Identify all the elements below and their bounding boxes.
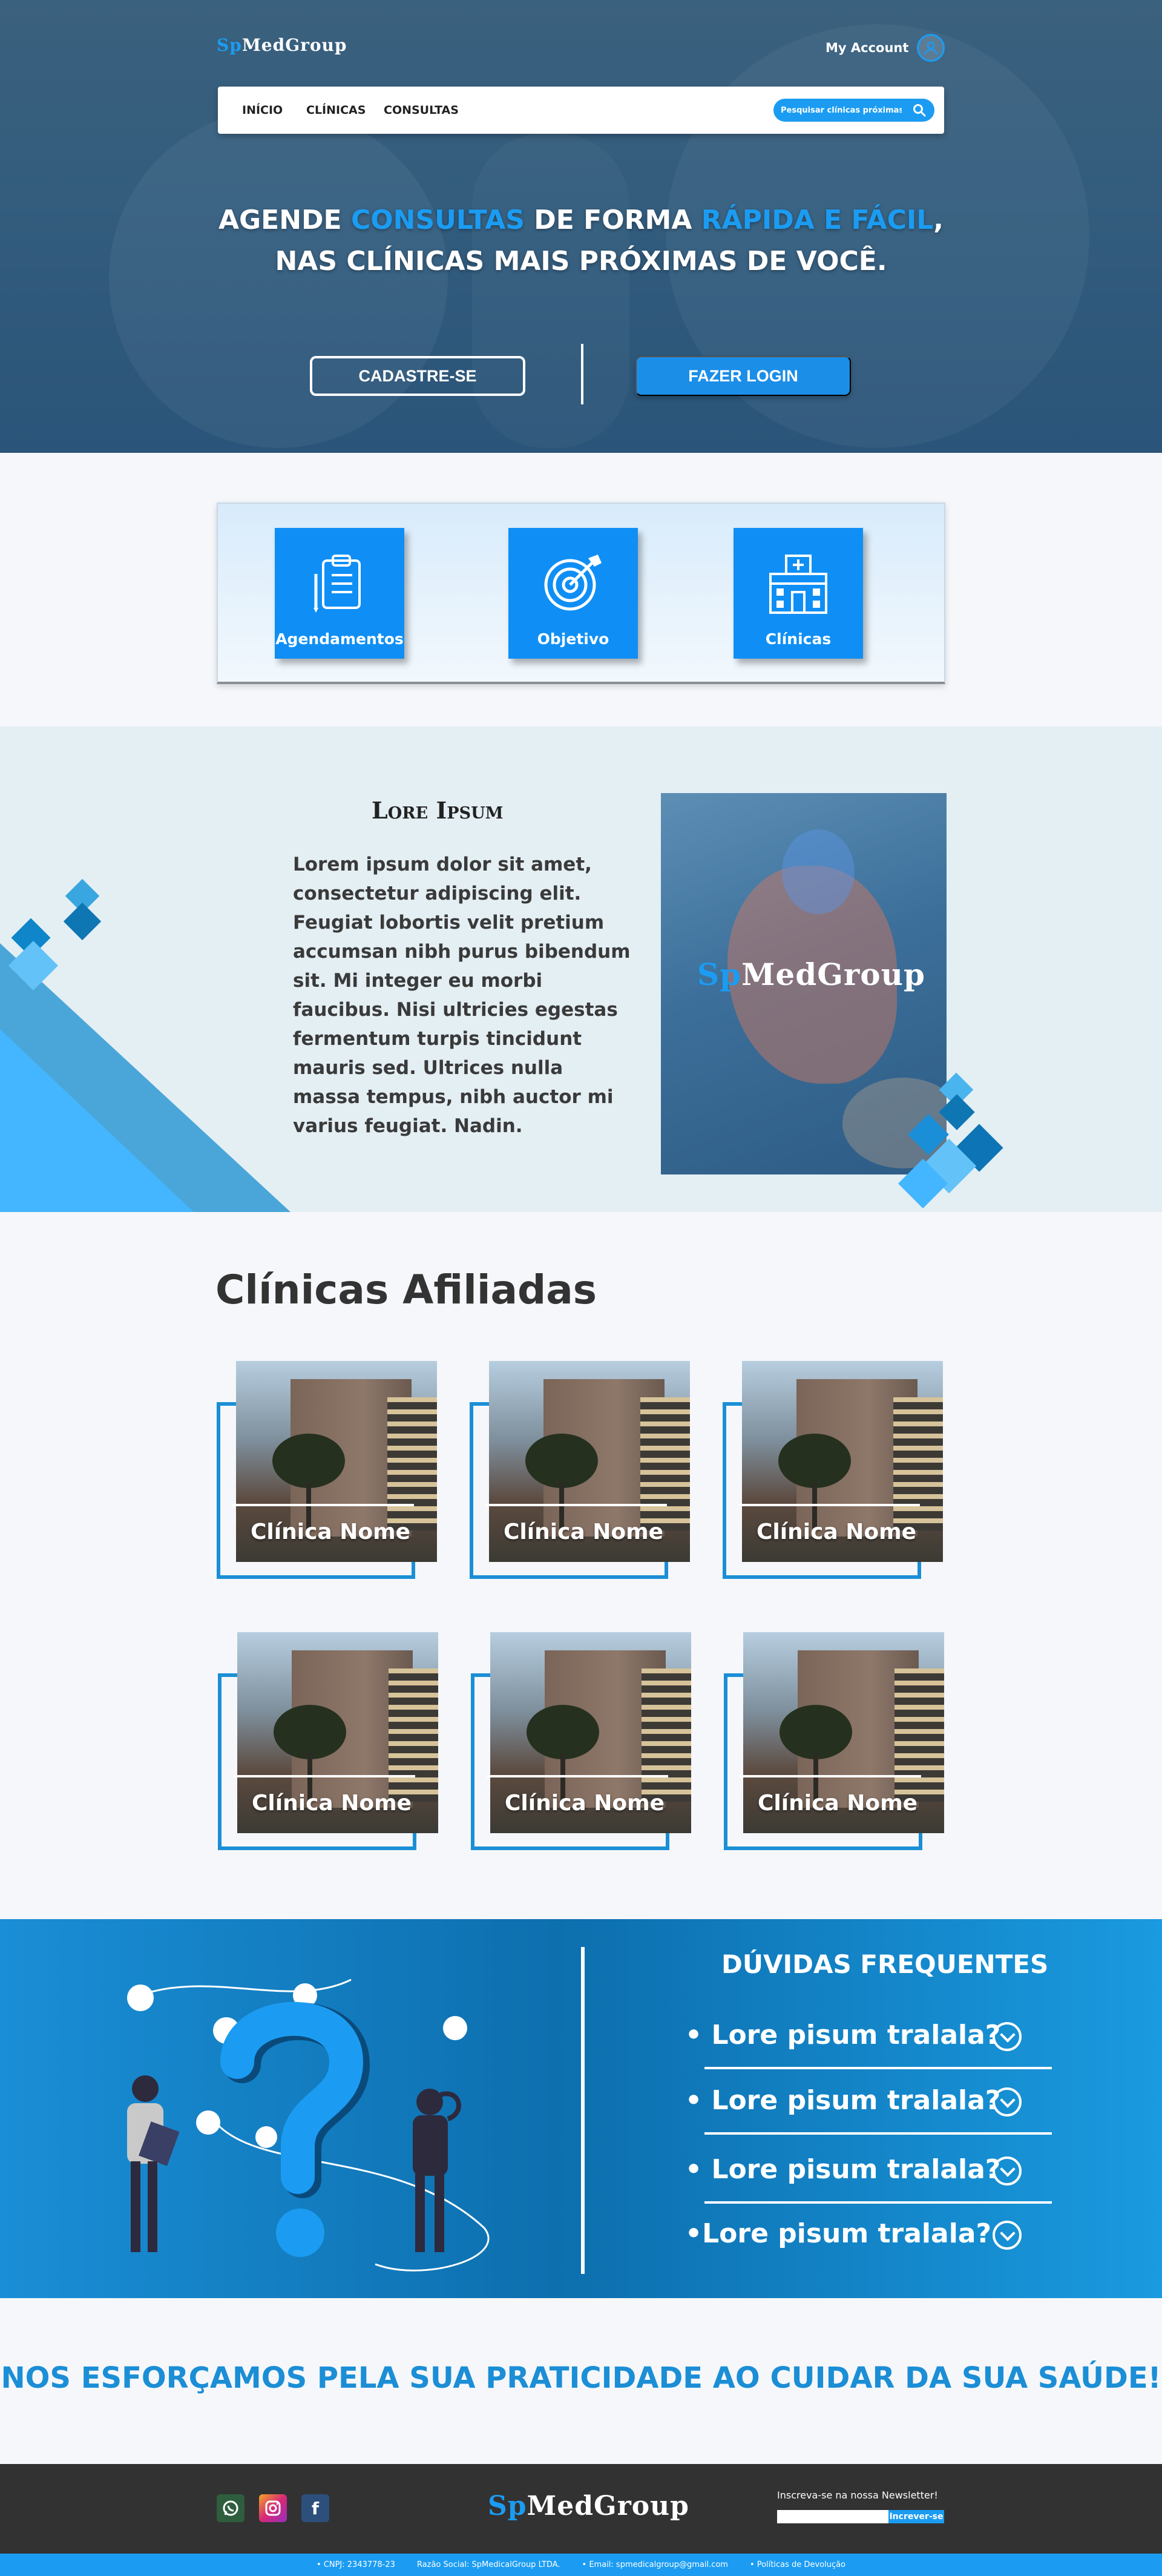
clipboard-icon: [313, 555, 361, 613]
clinic-card[interactable]: Clínica Nome: [218, 1632, 438, 1850]
nav-item-clinicas[interactable]: CLÍNICAS: [306, 104, 366, 117]
headline-text: ,: [933, 205, 944, 236]
chevron-down-icon[interactable]: [993, 2156, 1022, 2186]
return-policy-link[interactable]: • Políticas de Devolução: [750, 2560, 845, 2569]
clinic-card[interactable]: Clínica Nome: [470, 1361, 690, 1579]
hero-headline: AGENDE CONSULTAS DE FORMA RÁPIDA E FÁCIL…: [0, 200, 1162, 282]
heart-image: SpMedGroup: [661, 793, 947, 1174]
logo-sp: Sp: [488, 2491, 527, 2522]
logo-name: MedGroup: [527, 2491, 689, 2522]
feature-card-agendamentos[interactable]: Agendamentos: [275, 528, 404, 659]
headline-text: DE FORMA: [524, 205, 701, 236]
feature-label: Clínicas: [765, 630, 832, 648]
faq-title: DÚVIDAS FREQUENTES: [721, 1949, 1049, 1979]
feature-card-clinicas[interactable]: Clínicas: [734, 528, 863, 659]
about-text: Lorem ipsum dolor sit amet, consectetur …: [293, 854, 631, 1137]
footer-logo[interactable]: SpMedGroup: [488, 2491, 689, 2522]
bottom-info-bar: • CNPJ: 2343778-23 Razão Social: SpMedic…: [0, 2554, 1162, 2576]
facebook-icon[interactable]: f: [301, 2494, 329, 2522]
about-section: Lore Ipsum Lorem ipsum dolor sit amet, c…: [0, 726, 1162, 1212]
faq-illustration: [127, 1978, 490, 2271]
clinic-card[interactable]: Clínica Nome: [471, 1632, 691, 1850]
caption-line: [232, 1504, 414, 1506]
feature-card-objetivo[interactable]: Objetivo: [508, 528, 638, 659]
caption-line: [234, 1775, 415, 1777]
faq-question-text: •Lore pisum tralala?: [685, 2218, 991, 2249]
instagram-icon[interactable]: [259, 2494, 287, 2522]
faq-question[interactable]: •Lore pisum tralala?: [685, 2218, 1034, 2256]
login-button[interactable]: FAZER LOGIN: [635, 356, 851, 396]
headline-text: AGENDE: [218, 205, 351, 236]
logo-name: MedGroup: [741, 957, 925, 992]
faq-question[interactable]: • Lore pisum tralala?: [685, 2020, 1052, 2069]
headline-highlight: RÁPIDA E FÁCIL: [701, 205, 934, 236]
logo-sp: Sp: [697, 957, 742, 992]
clinic-name: Clínica Nome: [251, 1520, 411, 1544]
features-panel: Agendamentos Objetivo Clínicas: [217, 502, 945, 684]
headline-line-2: NAS CLÍNICAS MAIS PRÓXIMAS DE VOCÊ.: [275, 246, 887, 277]
headline-highlight: CONSULTAS: [350, 205, 525, 236]
decorative-diamond: [63, 902, 102, 941]
chevron-down-icon[interactable]: [993, 2087, 1022, 2116]
cnpj-text: • CNPJ: 2343778-23: [316, 2560, 395, 2569]
caption-line: [738, 1504, 920, 1506]
search-bar: [773, 99, 934, 122]
hero-divider: [581, 344, 583, 404]
my-account-label: My Account: [826, 41, 909, 55]
newsletter-label: Inscreva-se na nossa Newsletter!: [777, 2489, 938, 2501]
about-title: Lore Ipsum: [372, 797, 504, 824]
newsletter-email-input[interactable]: [777, 2510, 888, 2523]
clinic-name: Clínica Nome: [505, 1791, 665, 1816]
nav-item-inicio[interactable]: INÍCIO: [242, 104, 283, 117]
feature-label: Objetivo: [537, 630, 609, 648]
header-logo[interactable]: SpMedGroup: [217, 35, 347, 55]
email-link[interactable]: • Email: spmedicalgroup@gmail.com: [582, 2560, 728, 2569]
company-name-text: Razão Social: SpMedicalGroup LTDA.: [416, 2560, 560, 2569]
hero-section: SpMedGroup My Account INÍCIO CLÍNICAS CO…: [0, 0, 1162, 453]
faq-underline: [704, 2201, 1052, 2204]
nav-item-consultas[interactable]: CONSULTAS: [384, 104, 459, 117]
feature-label: Agendamentos: [275, 630, 404, 648]
search-input[interactable]: [781, 105, 902, 115]
whatsapp-icon[interactable]: [217, 2494, 245, 2522]
caption-line: [485, 1504, 667, 1506]
faq-question[interactable]: • Lore pisum tralala?: [685, 2154, 1052, 2204]
clinic-card[interactable]: Clínica Nome: [724, 1632, 944, 1850]
newsletter-subscribe-button[interactable]: Increver-se: [888, 2510, 944, 2523]
image-shape: [782, 829, 855, 914]
clinics-title: Clínicas Afiliadas: [215, 1267, 597, 1313]
search-icon[interactable]: [913, 104, 926, 119]
clinic-name: Clínica Nome: [758, 1791, 918, 1816]
faq-underline: [704, 2067, 1052, 2069]
target-icon: [544, 555, 602, 611]
chevron-down-icon[interactable]: [993, 2022, 1022, 2051]
hospital-icon: [769, 555, 827, 614]
decorative-triangle: [0, 1029, 194, 1212]
faq-question-text: • Lore pisum tralala?: [685, 2154, 1001, 2185]
faq-question[interactable]: • Lore pisum tralala?: [685, 2085, 1052, 2135]
clinic-name: Clínica Nome: [757, 1520, 917, 1544]
user-icon[interactable]: [917, 34, 945, 62]
footer: f SpMedGroup Inscreva-se na nossa Newsle…: [0, 2464, 1162, 2554]
clinic-name: Clínica Nome: [504, 1520, 664, 1544]
logo-sp: Sp: [217, 35, 242, 55]
clinic-card[interactable]: Clínica Nome: [723, 1361, 943, 1579]
logo-name: MedGroup: [241, 35, 347, 55]
faq-section: DÚVIDAS FREQUENTES • Lore pisum tralala?…: [0, 1919, 1162, 2298]
faq-underline: [704, 2132, 1052, 2135]
clinic-name: Clínica Nome: [252, 1791, 412, 1816]
main-navbar: INÍCIO CLÍNICAS CONSULTAS: [218, 87, 944, 134]
faq-divider: [581, 1947, 585, 2274]
caption-line: [740, 1775, 921, 1777]
faq-question-text: • Lore pisum tralala?: [685, 2085, 1001, 2116]
clinic-card[interactable]: Clínica Nome: [217, 1361, 437, 1579]
chevron-down-icon[interactable]: [993, 2221, 1022, 2250]
image-logo: SpMedGroup: [697, 957, 925, 992]
faq-question-text: • Lore pisum tralala?: [685, 2020, 1001, 2051]
signup-button[interactable]: CADASTRE-SE: [310, 356, 525, 396]
slogan: NOS ESFORÇAMOS PELA SUA PRATICIDADE AO C…: [1, 2361, 1161, 2395]
my-account-link[interactable]: My Account: [826, 34, 945, 62]
caption-line: [487, 1775, 668, 1777]
